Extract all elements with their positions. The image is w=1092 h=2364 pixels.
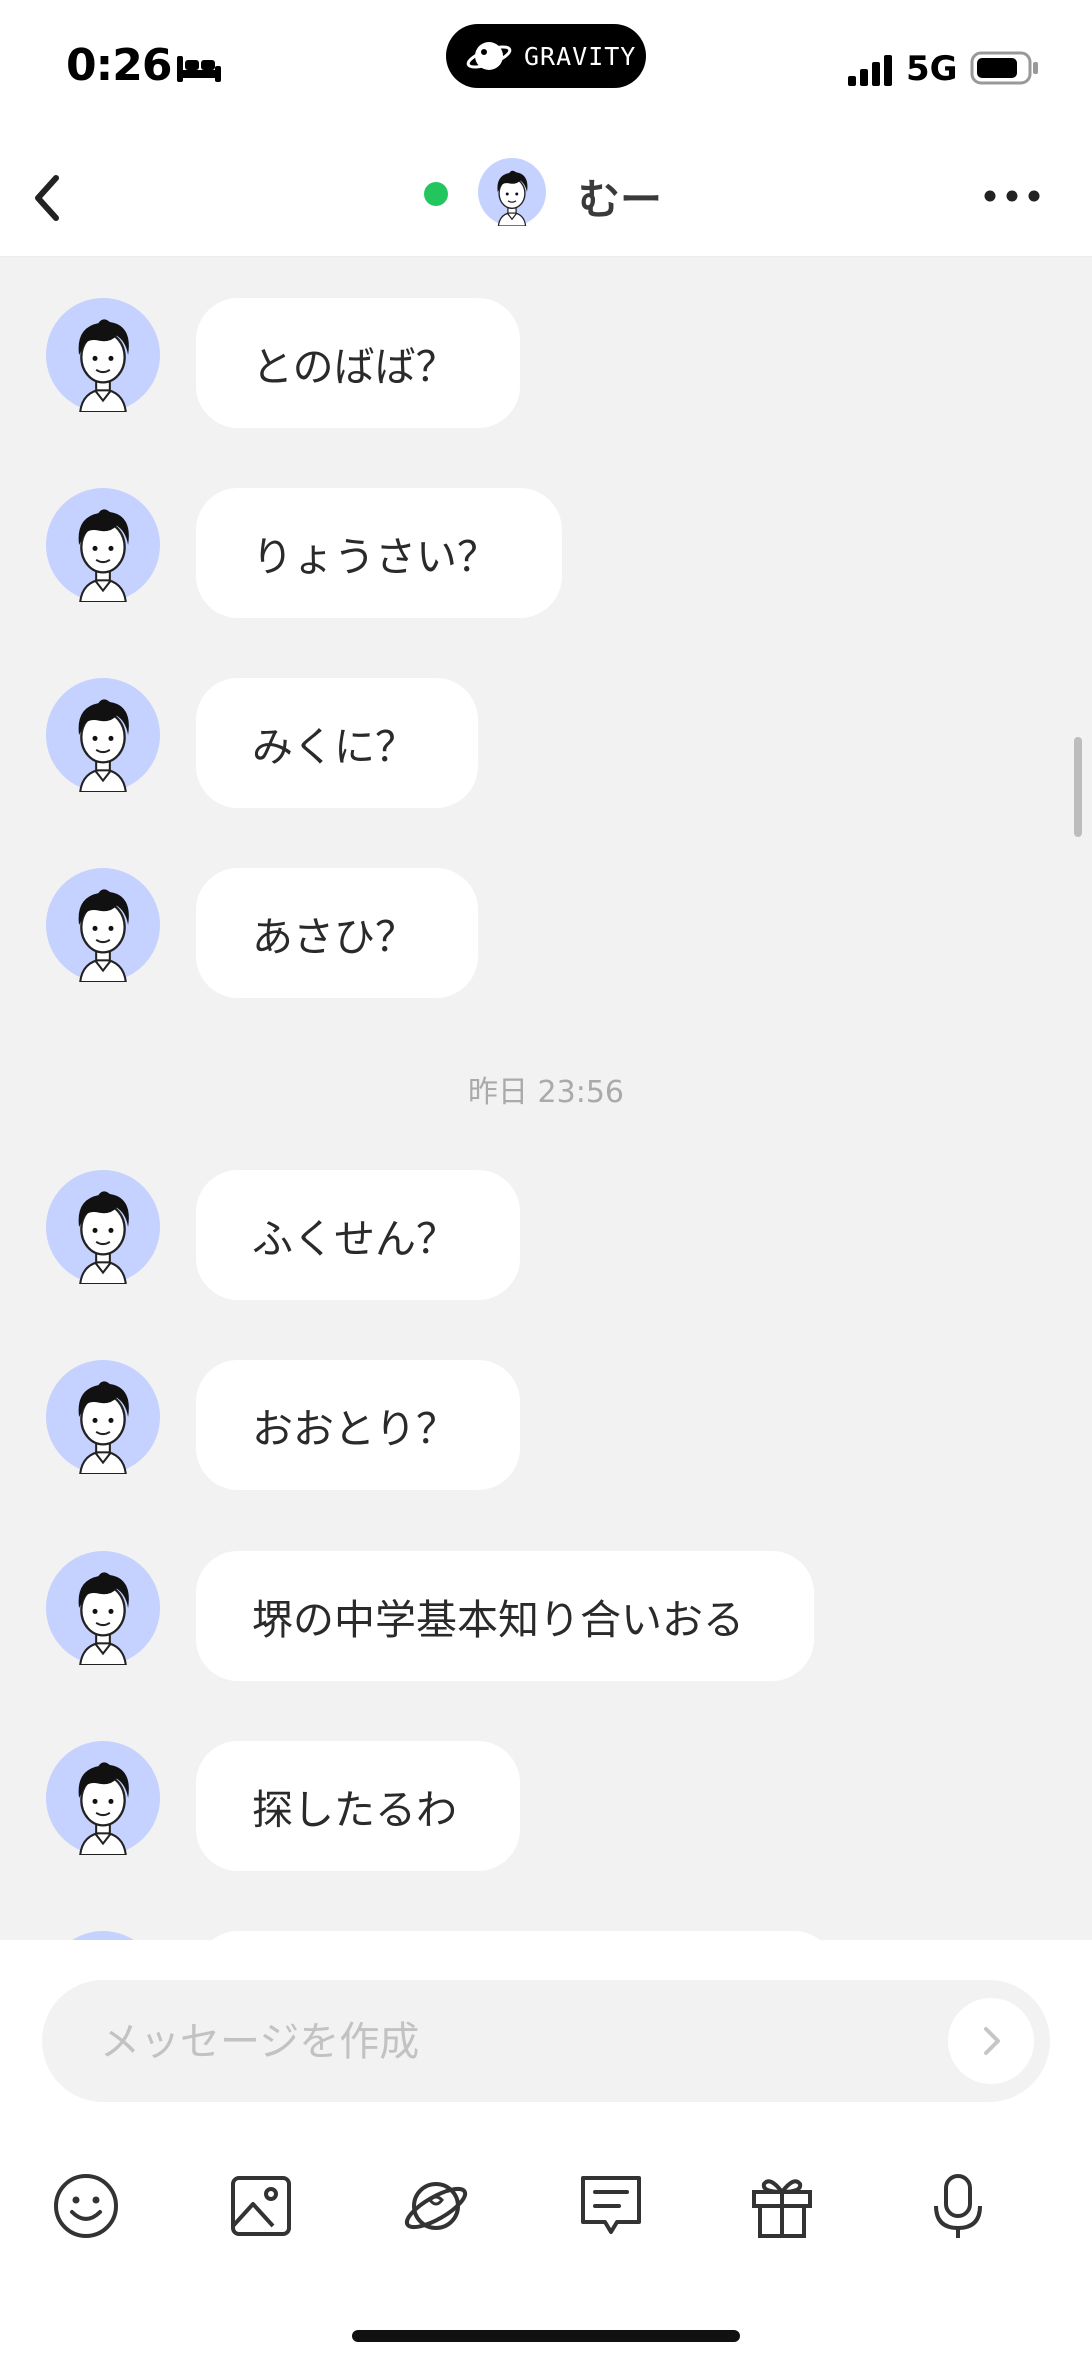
- sender-avatar[interactable]: [46, 1170, 160, 1284]
- home-indicator[interactable]: [352, 2330, 740, 2342]
- message-icon[interactable]: [575, 2170, 647, 2242]
- microphone-icon[interactable]: [922, 2170, 994, 2242]
- more-options-icon[interactable]: [980, 176, 1044, 216]
- sender-avatar[interactable]: [46, 868, 160, 982]
- sender-avatar[interactable]: [46, 678, 160, 792]
- message-row: 探したるわ: [0, 1741, 1092, 1871]
- status-bar: 0:26 GRAVITY 5G: [0, 0, 1092, 140]
- message-bubble[interactable]: とのばば？: [196, 298, 520, 428]
- message-row: りょうさい？: [0, 488, 1092, 618]
- signal-icon: [848, 55, 892, 86]
- message-bubble[interactable]: 堺の中学基本知り合いおる: [196, 1551, 814, 1681]
- smile-icon[interactable]: [50, 2170, 122, 2242]
- message-row: みくに？: [0, 678, 1092, 808]
- sender-avatar[interactable]: [46, 1741, 160, 1855]
- online-status-dot: [424, 182, 448, 206]
- message-bubble[interactable]: みくに？: [196, 678, 478, 808]
- message-row: ふくせん？: [0, 1170, 1092, 1300]
- chat-messages[interactable]: とのばば？ りょうさい？ みくに？ あさひ？ 昨日 23:56 ふくせん？ おお…: [0, 257, 1092, 1940]
- message-timestamp: 昨日 23:56: [468, 1075, 624, 1110]
- planet-icon: [466, 42, 512, 70]
- message-input[interactable]: [98, 1980, 962, 2104]
- gift-icon[interactable]: [746, 2170, 818, 2242]
- chat-header: むー: [0, 140, 1092, 257]
- scrollbar[interactable]: [1074, 737, 1082, 837]
- message-row: おおとり？: [0, 1360, 1092, 1490]
- sender-avatar[interactable]: [46, 1931, 160, 1940]
- compose-field: [42, 1980, 1050, 2104]
- network-label: 5G: [906, 49, 958, 89]
- message-row-partial: [0, 1931, 1092, 1940]
- dynamic-island: GRAVITY: [446, 24, 646, 88]
- message-bubble[interactable]: りょうさい？: [196, 488, 562, 618]
- back-button[interactable]: [18, 162, 78, 234]
- contact-name[interactable]: むー: [578, 166, 662, 227]
- message-row: とのばば？: [0, 298, 1092, 428]
- planet-sticker-icon[interactable]: [400, 2170, 472, 2242]
- header-avatar[interactable]: [478, 158, 546, 226]
- chevron-right-icon: [984, 2027, 1000, 2055]
- sender-avatar[interactable]: [46, 1551, 160, 1665]
- message-row: あさひ？: [0, 868, 1092, 998]
- compose-area: [0, 1940, 1092, 2364]
- sleep-focus-icon: [177, 56, 221, 82]
- message-bubble[interactable]: 探したるわ: [196, 1741, 520, 1871]
- message-bubble-partial[interactable]: [196, 1931, 836, 1940]
- message-bubble[interactable]: おおとり？: [196, 1360, 520, 1490]
- message-row: 堺の中学基本知り合いおる: [0, 1551, 1092, 1681]
- island-label: GRAVITY: [524, 41, 637, 71]
- sender-avatar[interactable]: [46, 1360, 160, 1474]
- message-bubble[interactable]: ふくせん？: [196, 1170, 520, 1300]
- send-button[interactable]: [948, 1998, 1034, 2084]
- sender-avatar[interactable]: [46, 298, 160, 412]
- status-time: 0:26: [66, 40, 172, 91]
- battery-icon: [970, 51, 1038, 85]
- sender-avatar[interactable]: [46, 488, 160, 602]
- image-icon[interactable]: [225, 2170, 297, 2242]
- message-bubble[interactable]: あさひ？: [196, 868, 478, 998]
